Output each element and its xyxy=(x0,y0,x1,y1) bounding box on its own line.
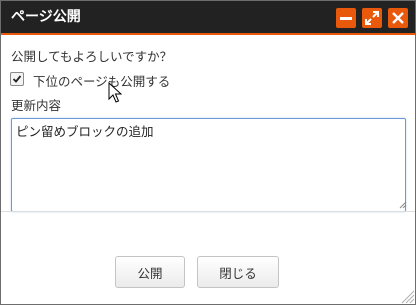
minimize-button[interactable] xyxy=(336,8,356,28)
update-content-textarea[interactable]: ピン留めブロックの追加 xyxy=(11,118,406,212)
close-window-button[interactable] xyxy=(388,8,408,28)
subpages-checkbox-label[interactable]: 下位のページも公開する xyxy=(33,71,170,90)
minimize-icon xyxy=(340,17,352,20)
publish-button[interactable]: 公開 xyxy=(115,256,185,288)
subpages-checkbox[interactable] xyxy=(10,72,24,86)
confirm-question: 公開してもよろしいですか？ xyxy=(11,49,173,64)
footer-divider xyxy=(1,211,415,212)
dialog-resize-grip-icon[interactable] xyxy=(399,288,415,304)
dialog-titlebar[interactable]: ページ公開 xyxy=(1,1,415,35)
close-button[interactable]: 閉じる xyxy=(197,256,279,288)
resize-handle-icon[interactable] xyxy=(397,199,407,209)
maximize-icon xyxy=(365,11,379,25)
dialog-title: ページ公開 xyxy=(11,9,81,25)
update-content-label: 更新内容 xyxy=(11,98,62,113)
close-icon xyxy=(392,12,404,24)
publish-page-dialog: ページ公開 公開してもよろしいですか？ 下位のページも公開する 更新内容 ピン留… xyxy=(0,0,416,305)
checkmark-icon xyxy=(12,75,22,83)
maximize-button[interactable] xyxy=(362,8,382,28)
